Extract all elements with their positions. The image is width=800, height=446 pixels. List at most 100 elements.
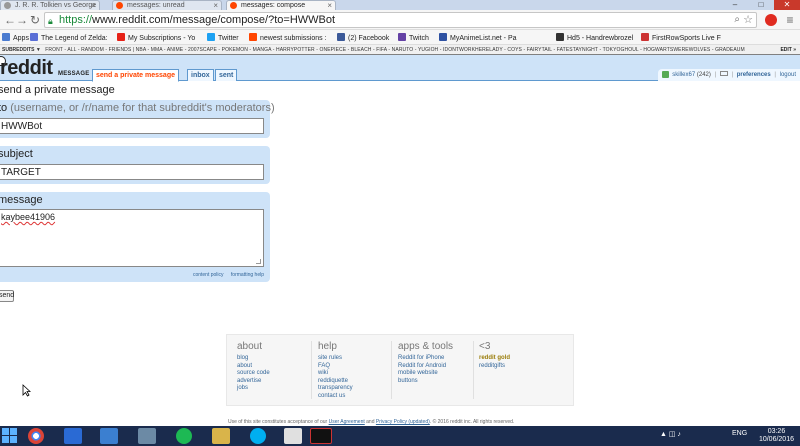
- menu-icon[interactable]: ≡: [782, 12, 798, 28]
- bookmark-item[interactable]: (2) Facebook: [337, 33, 389, 43]
- footer-link[interactable]: source code: [237, 370, 270, 378]
- app-icon[interactable]: [138, 428, 156, 444]
- my-subreddits-dropdown[interactable]: SUBREDDITS ▼: [0, 45, 44, 54]
- footer-link[interactable]: buttons: [398, 378, 453, 386]
- message-label: message: [0, 194, 43, 206]
- footer-link[interactable]: redditgifts: [479, 363, 510, 371]
- obs-icon[interactable]: [310, 428, 332, 444]
- app-icon[interactable]: [284, 428, 302, 444]
- file-explorer-icon[interactable]: [212, 428, 230, 444]
- reddit-gold-link[interactable]: reddit gold: [479, 355, 510, 363]
- footer-link[interactable]: site rules: [318, 355, 353, 363]
- bookmark-item[interactable]: Twitch: [398, 33, 429, 43]
- app-icon[interactable]: [100, 428, 118, 444]
- bookmark-item[interactable]: newest submissions :: [249, 33, 327, 43]
- to-input[interactable]: [0, 118, 264, 134]
- page-title: send a private message: [0, 84, 115, 96]
- footer-link[interactable]: Reddit for iPhone: [398, 355, 453, 363]
- reddit-favicon-icon: [116, 2, 123, 9]
- footer-apps: apps & tools Reddit for iPhone Reddit fo…: [398, 341, 454, 386]
- skype-icon[interactable]: [250, 428, 266, 444]
- footer-link[interactable]: advertise: [237, 378, 270, 386]
- browser-tab[interactable]: messages: unread ×: [112, 0, 222, 10]
- footer-link[interactable]: contact us: [318, 393, 353, 401]
- bookmark-star-icon[interactable]: ☆: [743, 13, 753, 27]
- resize-handle-icon[interactable]: [256, 259, 261, 264]
- reddit-header: reddit MESSAGE send a private message in…: [0, 55, 800, 82]
- content-policy-link[interactable]: content policy: [193, 272, 224, 278]
- windows-start-icon[interactable]: [2, 428, 18, 444]
- footer-link[interactable]: wiki: [318, 370, 353, 378]
- reload-icon[interactable]: ↻: [27, 12, 43, 28]
- bookmarks-bar: Apps The Legend of Zelda: My Subscriptio…: [0, 30, 800, 45]
- footer-link[interactable]: about: [237, 363, 270, 371]
- footer-link[interactable]: blog: [237, 355, 270, 363]
- username-link[interactable]: skillex67: [672, 72, 695, 78]
- edit-subreddits-link[interactable]: EDIT »: [776, 45, 800, 54]
- close-window-button[interactable]: ✕: [774, 0, 800, 10]
- subject-label: subject: [0, 148, 33, 160]
- message-field-group: message kaybee41906 content policy forma…: [0, 192, 270, 282]
- apps-grid-icon: [2, 33, 10, 41]
- zelda-icon: [30, 33, 38, 41]
- footer: about blog about source code advertise j…: [226, 334, 574, 406]
- karma-count: (242): [696, 72, 711, 78]
- maximize-window-button[interactable]: □: [748, 0, 774, 10]
- subreddit-list[interactable]: FRONT - ALL - RANDOM - FRIENDS | NBA - M…: [45, 45, 745, 54]
- reddit-icon: [249, 33, 257, 41]
- close-tab-icon[interactable]: ×: [91, 1, 96, 10]
- lock-icon: 🔒︎: [48, 16, 53, 26]
- user-agreement-link[interactable]: User Agreement: [329, 419, 365, 425]
- tab-inbox[interactable]: inbox: [187, 69, 214, 81]
- close-tab-icon[interactable]: ×: [213, 1, 218, 10]
- footer-link[interactable]: Reddit for Android: [398, 363, 453, 371]
- spotify-icon[interactable]: [176, 428, 192, 444]
- message-textarea[interactable]: kaybee41906: [0, 209, 264, 267]
- bookmark-item[interactable]: MyAnimeList.net - Pa: [439, 33, 517, 43]
- address-bar[interactable]: 🔒︎ https://www.reddit.com/message/compos…: [44, 12, 757, 28]
- bookmark-item[interactable]: FirstRowSports Live F: [641, 33, 721, 43]
- footer-link[interactable]: transparency: [318, 385, 353, 393]
- footer-link[interactable]: jobs: [237, 385, 270, 393]
- chrome-icon[interactable]: [28, 428, 44, 444]
- bookmark-apps[interactable]: Apps: [2, 33, 29, 43]
- send-button[interactable]: send: [0, 290, 14, 302]
- language-indicator[interactable]: ENG: [732, 430, 747, 437]
- preferences-link[interactable]: preferences: [737, 72, 771, 78]
- user-box: skillex67 (242) | | preferences | logout: [658, 69, 800, 81]
- footer-link[interactable]: FAQ: [318, 363, 353, 371]
- legal-text: Use of this site constitutes acceptance …: [228, 419, 515, 425]
- close-tab-icon[interactable]: ×: [327, 1, 332, 10]
- footer-about: about blog about source code advertise j…: [237, 341, 270, 393]
- opera-extension-icon[interactable]: [765, 14, 777, 26]
- subject-field-group: subject: [0, 146, 270, 184]
- to-hint: (username, or /r/name for that subreddit…: [10, 102, 275, 114]
- to-label: to (username, or /r/name for that subred…: [0, 102, 275, 114]
- footer-link[interactable]: reddiquette: [318, 378, 353, 386]
- privacy-policy-link[interactable]: Privacy Policy (updated): [376, 419, 430, 425]
- browser-tab[interactable]: J. R. R. Tolkien vs George ×: [0, 0, 100, 10]
- page-icon: [556, 33, 564, 41]
- bookmark-item[interactable]: Twitter: [207, 33, 239, 43]
- taskbar-clock[interactable]: 03:26 10/06/2016: [759, 428, 794, 444]
- tab-send-private-message[interactable]: send a private message: [92, 69, 179, 82]
- bookmark-item[interactable]: Hd5 - Handrewbrozel: [556, 33, 633, 43]
- formatting-help-link[interactable]: formatting help: [231, 272, 264, 278]
- tray-icons[interactable]: ▲ ◫ ♪: [660, 430, 681, 438]
- search-icon[interactable]: ⌕: [734, 13, 740, 27]
- subject-input[interactable]: [0, 164, 264, 180]
- browser-tab-active[interactable]: messages: compose ×: [226, 0, 336, 10]
- youtube-icon: [117, 33, 125, 41]
- mail-icon[interactable]: [719, 71, 728, 76]
- reddit-favicon-icon: [230, 2, 237, 9]
- tab-sent[interactable]: sent: [215, 69, 238, 81]
- app-icon[interactable]: [64, 428, 82, 444]
- bookmark-item[interactable]: The Legend of Zelda:: [30, 33, 108, 43]
- mouse-cursor-icon: [22, 384, 31, 397]
- footer-link[interactable]: mobile website: [398, 370, 453, 378]
- logout-link[interactable]: logout: [780, 72, 796, 78]
- bookmark-item[interactable]: My Subscriptions - Yo: [117, 33, 195, 43]
- reddit-logo[interactable]: reddit: [0, 58, 53, 78]
- minimize-window-button[interactable]: –: [722, 0, 748, 10]
- footer-love: <3 reddit gold redditgifts: [479, 341, 510, 371]
